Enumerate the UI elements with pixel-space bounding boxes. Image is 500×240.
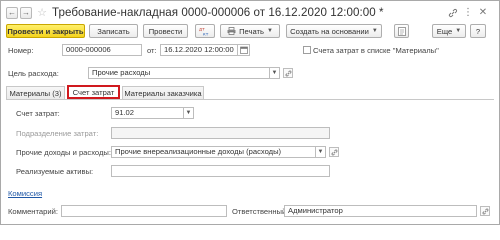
comment-field[interactable]: [61, 205, 227, 217]
date-field[interactable]: 16.12.2020 12:00:00: [160, 44, 238, 56]
svg-text:кт: кт: [203, 33, 209, 37]
purpose-label: Цель расхода:: [8, 69, 59, 78]
dt-kt-icon: дт кт: [199, 28, 209, 37]
responsible-open-button[interactable]: [480, 206, 490, 216]
link-icon: [448, 8, 458, 18]
star-icon: ☆: [37, 6, 47, 19]
purpose-open-button[interactable]: [283, 68, 293, 78]
document-icon: [397, 26, 406, 36]
link-icon: [285, 70, 291, 76]
link-button[interactable]: [447, 7, 459, 19]
dropdown-icon: ▼: [271, 70, 278, 76]
cost-account-label: Счет затрат:: [16, 109, 60, 118]
link-icon: [331, 149, 337, 155]
toolbar-icon-button[interactable]: [394, 24, 409, 38]
more-icon: ⋮: [463, 7, 473, 18]
other-income-open-button[interactable]: [329, 147, 339, 157]
date-label: от:: [147, 46, 157, 55]
more-actions-button[interactable]: Еще ▼: [432, 24, 466, 38]
tab-panel-divider: [6, 99, 494, 100]
tab-cost-account[interactable]: Счет затрат: [67, 85, 120, 99]
commission-link[interactable]: Комиссия: [8, 189, 42, 198]
calendar-button[interactable]: [238, 44, 250, 56]
close-icon: ✕: [478, 7, 488, 18]
other-income-dropdown-button[interactable]: ▼: [316, 146, 326, 158]
more-menu-button[interactable]: ⋮: [462, 7, 474, 19]
help-button[interactable]: ?: [470, 24, 486, 38]
create-based-on-button[interactable]: Создать на основании ▼: [286, 24, 382, 38]
close-button[interactable]: ✕: [477, 7, 489, 19]
link-icon: [482, 208, 488, 214]
department-field: [111, 127, 330, 139]
print-button[interactable]: Печать ▼: [220, 24, 280, 38]
calendar-icon: [239, 46, 248, 54]
cost-accounts-checkbox-label: Счета затрат в списке "Материалы": [313, 46, 439, 55]
dropdown-icon: ▼: [185, 110, 192, 116]
favorite-button[interactable]: ☆: [36, 7, 48, 19]
dropdown-icon: ▼: [317, 149, 324, 155]
comment-label: Комментарий:: [8, 207, 58, 216]
chevron-down-icon: ▼: [371, 28, 378, 34]
create-based-on-label: Создать на основании: [290, 26, 369, 36]
cost-account-field[interactable]: 91.02: [111, 107, 184, 119]
number-field[interactable]: 0000-000006: [62, 44, 142, 56]
back-button[interactable]: ←: [6, 7, 18, 19]
purpose-dropdown-button[interactable]: ▼: [270, 67, 280, 79]
print-label: Печать: [239, 26, 264, 36]
number-label: Номер:: [8, 46, 34, 55]
cost-accounts-checkbox[interactable]: [303, 46, 311, 54]
forward-button[interactable]: →: [20, 7, 32, 19]
chevron-down-icon: ▼: [266, 28, 273, 34]
department-label: Подразделение затрат:: [16, 129, 99, 138]
page-title: Требование-накладная 0000-000006 от 16.1…: [52, 6, 384, 19]
cost-account-dropdown-button[interactable]: ▼: [184, 107, 194, 119]
dt-kt-button[interactable]: дт кт: [195, 24, 215, 38]
other-income-label: Прочие доходы и расходы:: [16, 148, 111, 157]
chevron-down-icon: ▼: [455, 28, 462, 34]
post-button[interactable]: Провести: [143, 24, 188, 38]
assets-field[interactable]: [111, 165, 330, 177]
forward-arrow-icon: →: [22, 8, 30, 17]
responsible-label: Ответственный:: [232, 207, 289, 216]
post-and-close-button[interactable]: Провести и закрыть: [6, 24, 85, 38]
more-actions-label: Еще: [436, 26, 453, 36]
tab-materials[interactable]: Материалы (3): [6, 86, 65, 99]
help-icon: ?: [475, 26, 481, 36]
assets-label: Реализуемые активы:: [16, 167, 94, 176]
save-button[interactable]: Записать: [89, 24, 138, 38]
printer-icon: [227, 27, 236, 35]
back-arrow-icon: ←: [8, 8, 16, 17]
tab-customer-materials[interactable]: Материалы заказчика: [122, 86, 204, 99]
purpose-field[interactable]: Прочие расходы: [88, 67, 270, 79]
responsible-field[interactable]: Администратор: [284, 205, 477, 217]
other-income-field[interactable]: Прочие внереализационные доходы (расходы…: [111, 146, 316, 158]
